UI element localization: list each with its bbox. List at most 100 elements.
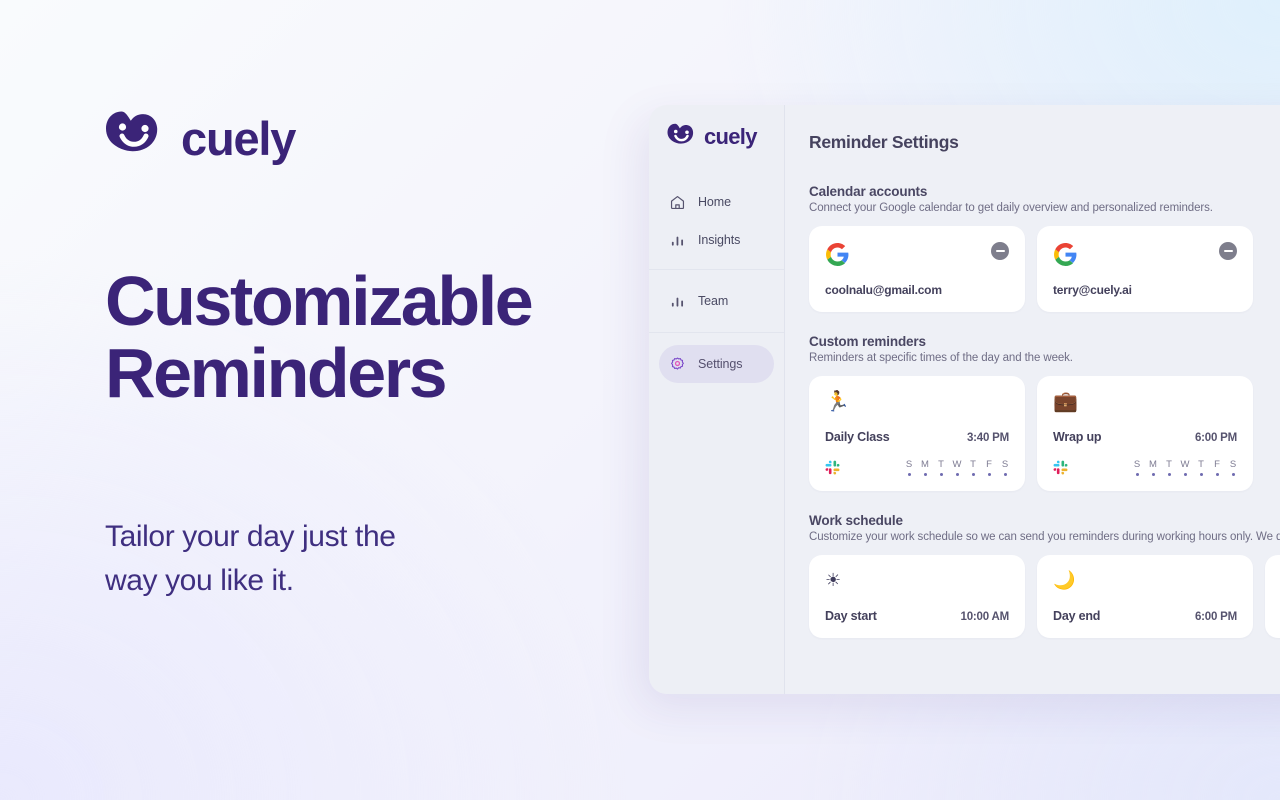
- account-email: terry@cuely.ai: [1053, 283, 1132, 297]
- sidebar: cuely Home Insights Team Settings: [649, 105, 785, 694]
- day-dot: [1215, 472, 1219, 476]
- page-headline: Customizable Reminders: [105, 262, 534, 413]
- schedule-time[interactable]: 6:00 PM: [1195, 611, 1237, 623]
- calendar-account-card[interactable]: coolnalu@gmail.com: [809, 226, 1025, 312]
- day-toggle[interactable]: T: [1165, 460, 1173, 476]
- reminder-name: Daily Class: [825, 430, 890, 444]
- calendar-account-card[interactable]: terry@cuely.ai: [1037, 226, 1253, 312]
- account-email: coolnalu@gmail.com: [825, 283, 942, 297]
- day-letter: M: [1149, 459, 1157, 470]
- day-toggle[interactable]: S: [1001, 460, 1009, 476]
- schedule-time[interactable]: 10:00 AM: [961, 611, 1010, 623]
- day-dot: [1135, 472, 1139, 476]
- schedule-card[interactable]: □ W: [1265, 554, 1280, 638]
- day-toggle[interactable]: S: [1229, 460, 1237, 476]
- reminder-time[interactable]: 3:40 PM: [967, 432, 1009, 444]
- cuely-logo-icon: [667, 123, 694, 144]
- day-letter: W: [952, 459, 962, 470]
- day-dot: [971, 472, 975, 476]
- day-toggle[interactable]: F: [985, 460, 993, 476]
- schedule-card-header: Day end 6:00 PM: [1053, 609, 1237, 623]
- day-dot: [1183, 472, 1187, 476]
- day-toggle[interactable]: S: [905, 460, 913, 476]
- account-card-header: [1053, 242, 1237, 267]
- day-dot: [1167, 472, 1171, 476]
- marketing-column: cuely Customizable Reminders Tailor your…: [105, 0, 625, 800]
- app-window: cuely Home Insights Team Settings Remind…: [649, 105, 1280, 694]
- reminder-card[interactable]: 🏃 Daily Class 3:40 PM S M T W T F S: [809, 376, 1025, 491]
- briefcase-icon: 💼: [1053, 391, 1078, 413]
- cuely-logo-icon: [106, 111, 158, 152]
- brand-wordmark: cuely: [181, 111, 296, 165]
- day-letter: M: [921, 459, 929, 470]
- sidebar-item-team[interactable]: Team: [659, 282, 774, 320]
- day-toggle[interactable]: S: [1133, 460, 1141, 476]
- reminder-card-footer: S M T W T F S: [825, 460, 1009, 476]
- section-description: Reminders at specific times of the day a…: [809, 352, 1073, 364]
- day-letter: S: [1001, 459, 1009, 470]
- day-dot: [1231, 472, 1235, 476]
- section-work-schedule: Work schedule Customize your work schedu…: [809, 513, 1280, 638]
- sidebar-brand-wordmark: cuely: [704, 124, 757, 149]
- day-toggle[interactable]: T: [969, 460, 977, 476]
- gear-icon: [671, 356, 684, 370]
- day-dot: [987, 472, 991, 476]
- nav-group-primary: Home Insights: [649, 183, 784, 269]
- section-description: Customize your work schedule so we can s…: [809, 530, 1280, 543]
- reminder-card[interactable]: 💼 Wrap up 6:00 PM S M T W T F S: [1037, 376, 1253, 491]
- bar-chart-icon: [671, 297, 684, 307]
- google-icon: [1054, 243, 1077, 266]
- account-card-row: coolnalu@gmail.com terry@cuely.ai: [809, 226, 1280, 312]
- day-letter: S: [1133, 459, 1141, 470]
- section-title: Work schedule: [809, 512, 903, 528]
- day-letter: T: [1166, 459, 1172, 470]
- day-letter: F: [986, 459, 992, 470]
- sidebar-item-home[interactable]: Home: [659, 183, 774, 221]
- section-title: Calendar accounts: [809, 184, 928, 199]
- sidebar-brand[interactable]: cuely: [649, 123, 784, 151]
- reminder-card-header: Daily Class 3:40 PM: [825, 430, 1009, 444]
- nav-group-team: Team: [649, 269, 784, 332]
- reminder-time[interactable]: 6:00 PM: [1195, 432, 1237, 444]
- day-selector[interactable]: S M T W T F S: [905, 460, 1009, 476]
- sidebar-item-label: Home: [698, 195, 731, 209]
- day-letter: W: [1180, 459, 1190, 470]
- section-custom-reminders: Custom reminders Reminders at specific t…: [809, 334, 1280, 491]
- day-toggle[interactable]: W: [953, 460, 961, 476]
- sidebar-item-insights[interactable]: Insights: [659, 221, 774, 259]
- reminder-card-row: 🏃 Daily Class 3:40 PM S M T W T F S 💼 Wr…: [809, 376, 1280, 491]
- day-dot: [1151, 472, 1155, 476]
- account-card-header: [825, 242, 1009, 267]
- day-dot: [907, 472, 911, 476]
- day-dot: [939, 472, 943, 476]
- day-toggle[interactable]: M: [1149, 460, 1157, 476]
- moon-icon: 🌙: [1053, 569, 1076, 590]
- section-title: Custom reminders: [809, 334, 926, 349]
- nav-group-settings: Settings: [649, 332, 784, 383]
- section-description: Connect your Google calendar to get dail…: [809, 202, 1213, 214]
- day-selector[interactable]: S M T W T F S: [1133, 460, 1237, 476]
- sidebar-item-label: Insights: [698, 233, 741, 247]
- day-toggle[interactable]: T: [1197, 460, 1205, 476]
- google-icon: [826, 243, 849, 266]
- day-toggle[interactable]: T: [937, 460, 945, 476]
- day-letter: S: [905, 459, 913, 470]
- schedule-name: Day start: [825, 608, 877, 623]
- remove-account-button[interactable]: [1219, 242, 1237, 260]
- day-letter: F: [1214, 459, 1220, 470]
- day-toggle[interactable]: F: [1213, 460, 1221, 476]
- slack-icon: [1053, 460, 1068, 475]
- bar-chart-icon: [671, 236, 684, 246]
- schedule-card[interactable]: ☀ Day start 10:00 AM: [809, 554, 1025, 638]
- brand-lockup: cuely: [105, 110, 296, 166]
- day-letter: T: [938, 459, 944, 470]
- sidebar-item-label: Team: [698, 294, 729, 308]
- day-toggle[interactable]: M: [921, 460, 929, 476]
- schedule-card[interactable]: 🌙 Day end 6:00 PM: [1037, 554, 1253, 638]
- day-toggle[interactable]: W: [1181, 460, 1189, 476]
- day-dot: [955, 472, 959, 476]
- reminder-card-footer: S M T W T F S: [1053, 460, 1237, 476]
- reminder-name: Wrap up: [1053, 430, 1102, 444]
- sidebar-item-settings[interactable]: Settings: [659, 345, 774, 383]
- remove-account-button[interactable]: [991, 242, 1009, 260]
